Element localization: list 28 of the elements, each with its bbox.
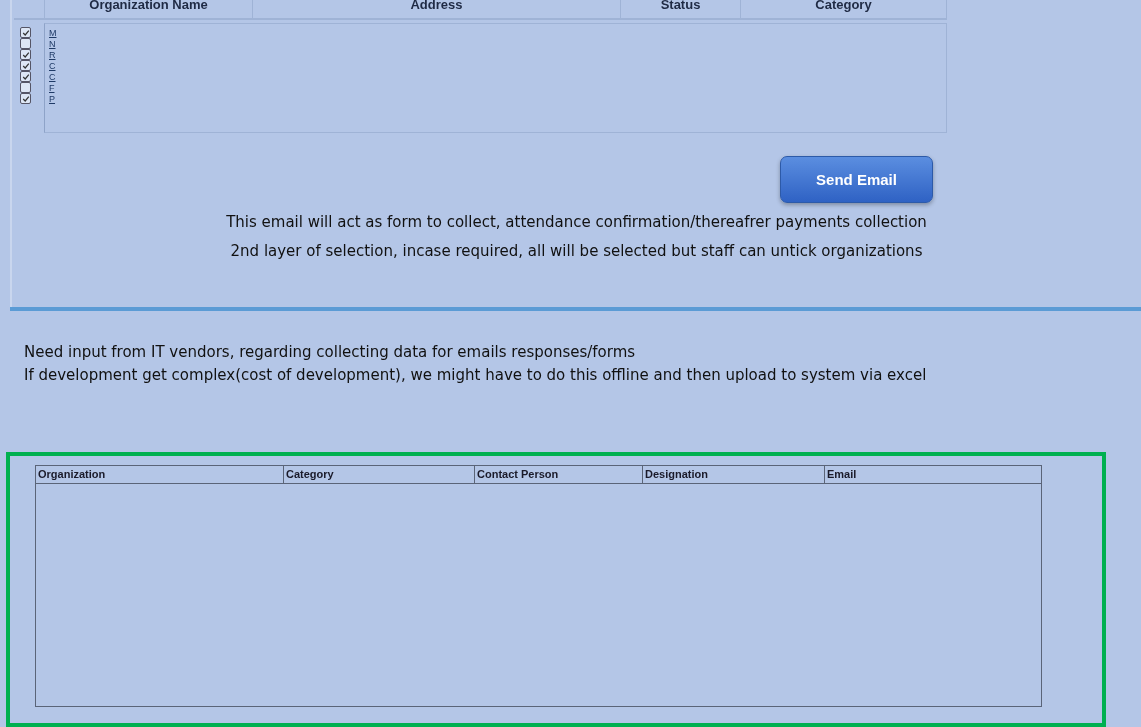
column-header: Designation (643, 466, 825, 484)
column-header: Organization Name (44, 0, 252, 18)
checkbox[interactable] (20, 60, 31, 71)
send-email-button[interactable]: Send Email (780, 156, 933, 203)
organization-link[interactable]: C (49, 71, 56, 82)
checkbox[interactable] (20, 38, 31, 49)
column-header: Category (740, 0, 947, 18)
organization-link[interactable]: C (49, 60, 56, 71)
organization-link[interactable]: F (49, 82, 55, 93)
note-text: This email will act as form to collect, attendance confirmation/thereafrer payments collection (225, 212, 928, 232)
checkbox[interactable] (20, 27, 31, 38)
column-header: Organization (36, 466, 284, 484)
note-text: 2nd layer of selection, incase required, all will be selected but staff can untick organizations (229, 241, 924, 261)
vendor-note-text: Need input from IT vendors, regarding collecting data for emails responses/forms (24, 342, 637, 363)
organization-link[interactable]: N (49, 38, 56, 49)
checkbox[interactable] (20, 71, 31, 82)
column-header: Address (252, 0, 620, 18)
column-header: Contact Person (475, 466, 643, 484)
checkbox[interactable] (20, 49, 31, 60)
vendor-note-text: If development get complex(cost of development), we might have to do this offline and then upload to system via excel (24, 365, 928, 386)
column-header: Category (284, 466, 475, 484)
checkbox[interactable] (20, 93, 31, 104)
organization-link[interactable]: R (49, 49, 56, 60)
checkbox[interactable] (20, 82, 31, 93)
organization-link[interactable]: P (49, 93, 55, 104)
organization-link[interactable]: M (49, 27, 57, 38)
column-header: Email (826, 467, 858, 483)
column-header: Status (620, 0, 740, 18)
